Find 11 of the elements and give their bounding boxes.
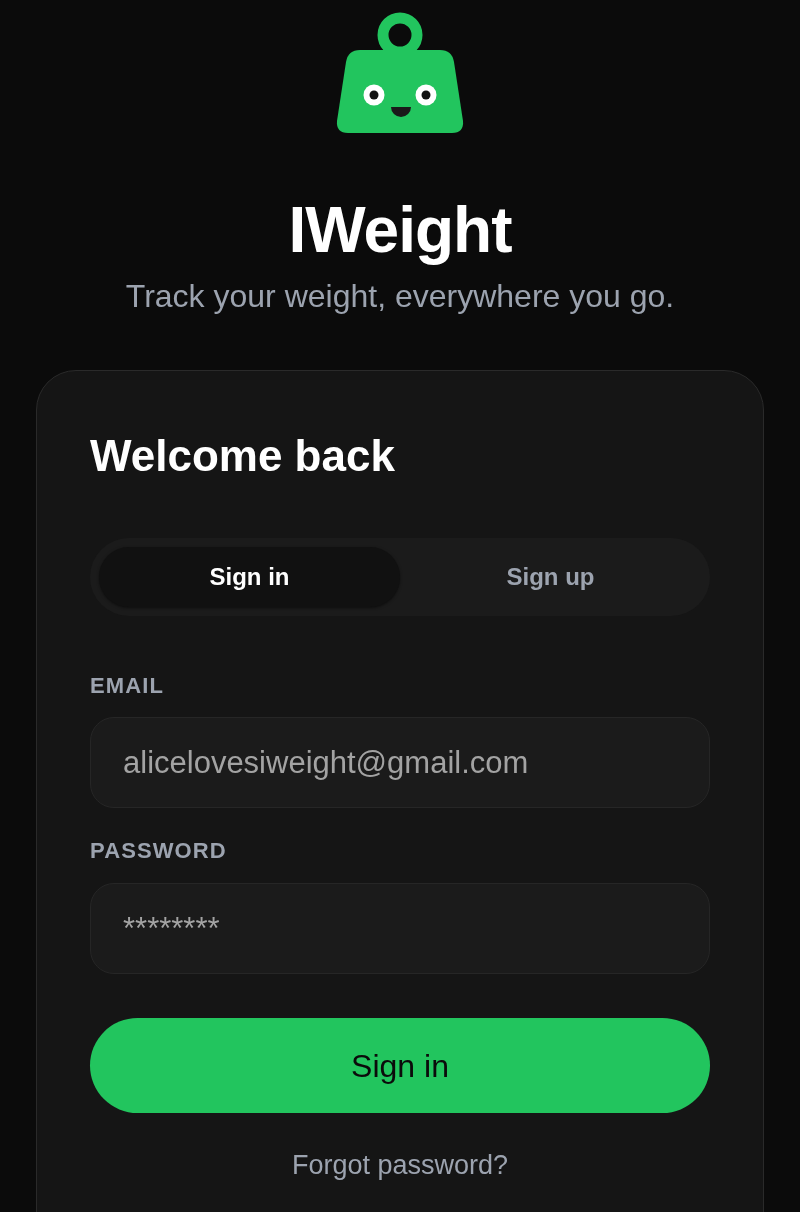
field-label: PASSWORD (90, 838, 228, 864)
forgot-password-link[interactable]: Forgot password? (291, 1149, 509, 1181)
field-label: EMAIL (90, 673, 165, 699)
sign-in-button[interactable]: Sign in (90, 1018, 710, 1113)
input-field[interactable]: ******** (90, 883, 710, 974)
auth-tab[interactable]: Sign in (99, 547, 400, 607)
card-heading: Welcome back (90, 431, 396, 481)
auth-tab[interactable]: Sign up (400, 547, 701, 607)
input-field[interactable]: alicelovesiweight@gmail.com (90, 717, 710, 808)
app-tagline: Track your weight, everywhere you go. (125, 278, 675, 314)
weight-mascot-icon (336, 10, 464, 133)
